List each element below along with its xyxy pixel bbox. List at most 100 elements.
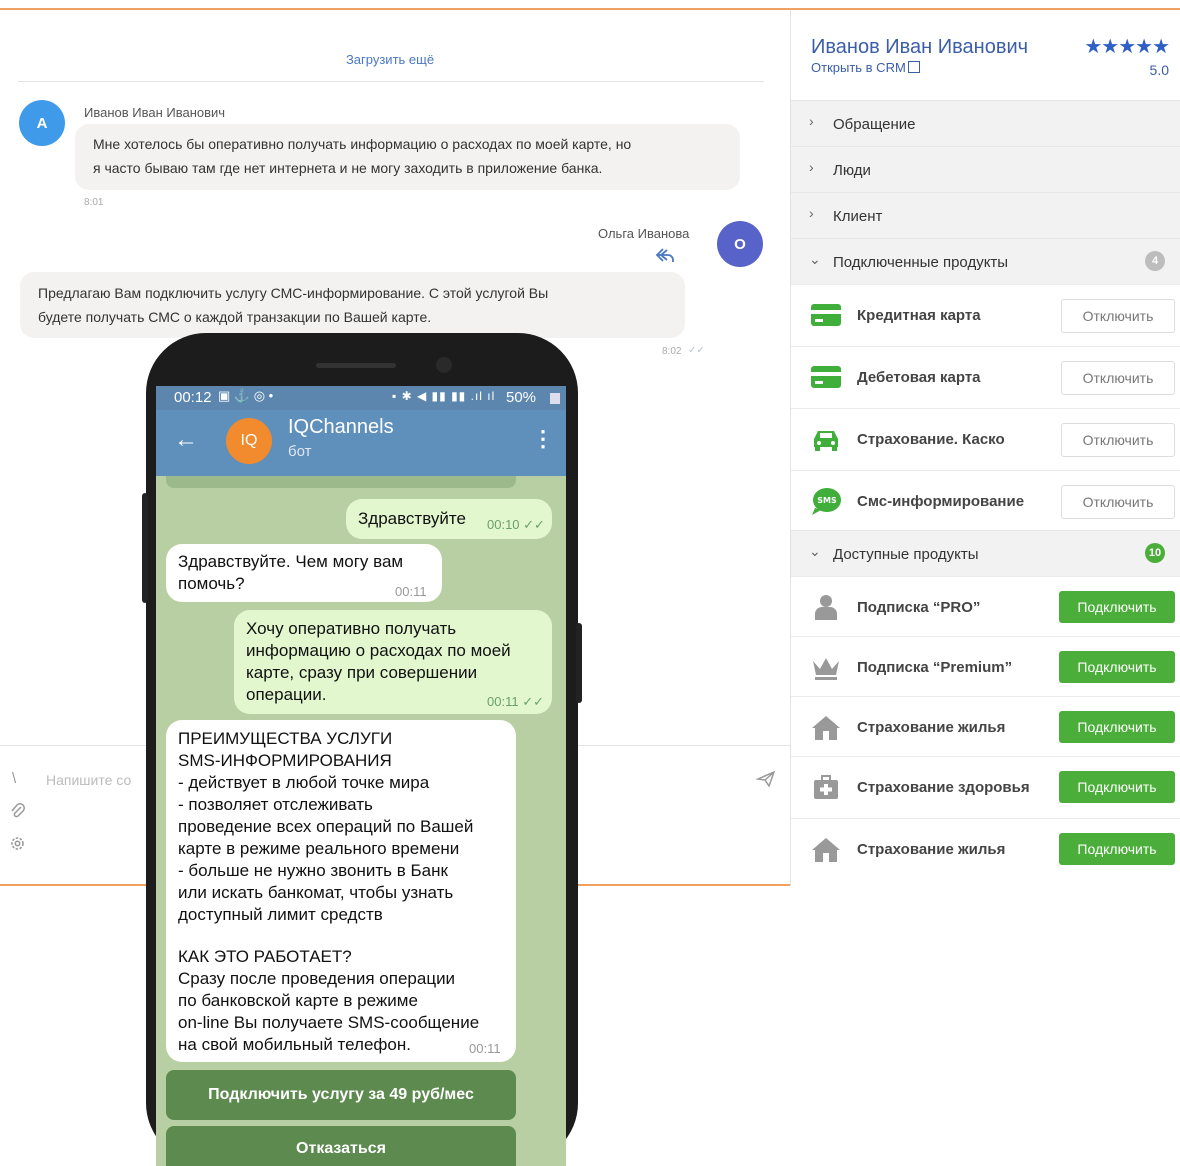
battery-level: 50%	[506, 389, 537, 406]
crown-icon	[809, 652, 843, 682]
load-more-link[interactable]: Загрузить ещё	[0, 52, 780, 67]
connected-product-row: SMS Смс-информирование Отключить	[791, 470, 1180, 532]
message-time: 00:10 ✓✓	[487, 517, 545, 532]
section-client-label: Клиент	[833, 208, 883, 225]
medical-kit-icon	[809, 772, 843, 802]
phone-volume-button	[142, 493, 148, 603]
divider	[18, 81, 764, 82]
connected-product-row: Кредитная карта Отключить	[791, 284, 1180, 346]
phone-status-bar: 00:12 ▣ ⚓ ◎ • ▪ ✱ ◀ ▮▮ ▮▮ .ıl ıl 50%	[156, 386, 566, 410]
disconnect-button[interactable]: Отключить	[1061, 361, 1175, 395]
car-icon	[809, 424, 843, 454]
rating-stars: ★★★★★	[1084, 36, 1170, 58]
message-input[interactable]: Напишите со	[46, 772, 131, 788]
product-label: Страхование жилья	[857, 719, 1006, 736]
product-label: Страхование здоровья	[857, 779, 1030, 796]
refuse-button[interactable]: Отказаться	[166, 1126, 516, 1166]
section-connected-label: Подключенные продукты	[833, 254, 1009, 271]
section-people[interactable]: › Люди	[791, 146, 1180, 192]
connect-button[interactable]: Подключить	[1059, 591, 1175, 623]
chevron-down-icon: ⌄	[809, 543, 821, 559]
connect-service-button[interactable]: Подключить услугу за 49 руб/мес	[166, 1070, 516, 1120]
available-product-row: Подписка “Premium” Подключить	[791, 636, 1180, 696]
reply-icon[interactable]	[654, 246, 676, 266]
section-request[interactable]: › Обращение	[791, 100, 1180, 146]
disconnect-button[interactable]: Отключить	[1061, 299, 1175, 333]
connected-count-badge: 4	[1145, 251, 1165, 271]
message-line: Сразу после проведения операции	[178, 969, 456, 988]
available-product-row: Страхование жилья Подключить	[791, 696, 1180, 756]
more-menu-icon[interactable]: ⋮	[532, 426, 554, 452]
connect-button[interactable]: Подключить	[1059, 651, 1175, 683]
operator-message: Предлагаю Вам подключить услугу СМС-инфо…	[20, 272, 685, 338]
sms-icon: SMS	[809, 486, 843, 516]
disconnect-button[interactable]: Отключить	[1061, 423, 1175, 457]
read-check-icon: ✓✓	[688, 345, 705, 356]
open-crm-label: Открыть в CRM	[811, 60, 906, 75]
chevron-down-icon: ⌄	[809, 251, 821, 267]
phone-camera	[436, 357, 452, 373]
message-line: КАК ЭТО РАБОТАЕТ?	[178, 947, 352, 966]
connected-product-row: Страхование. Каско Отключить	[791, 408, 1180, 470]
section-people-label: Люди	[833, 162, 871, 179]
available-count-badge: 10	[1145, 543, 1165, 563]
connect-button[interactable]: Подключить	[1059, 833, 1175, 865]
disconnect-button[interactable]: Отключить	[1061, 485, 1175, 519]
section-available-products[interactable]: ⌄ Доступные продукты 10	[791, 530, 1180, 576]
attach-icon[interactable]	[10, 802, 26, 824]
connect-button[interactable]: Подключить	[1059, 771, 1175, 803]
operator-avatar: О	[717, 221, 763, 267]
message-line: на свой мобильный телефон.	[178, 1035, 411, 1054]
message-text: Здравствуйте	[358, 509, 466, 528]
phone-mockup: 00:12 ▣ ⚓ ◎ • ▪ ✱ ◀ ▮▮ ▮▮ .ıl ıl 50% ← I…	[142, 333, 582, 1166]
time-text: 00:10	[487, 517, 520, 532]
open-crm-link[interactable]: Открыть в CRM	[811, 60, 920, 75]
message-time: 00:11 ✓✓	[487, 694, 544, 709]
phone-speaker	[316, 363, 396, 368]
credit-card-icon	[809, 300, 843, 330]
settings-gear-icon[interactable]	[9, 835, 26, 856]
message-line: on-line Вы получаете SMS-сообщение	[178, 1013, 480, 1032]
product-label: Подписка “Premium”	[857, 659, 1013, 676]
message-line-empty	[178, 926, 504, 946]
section-available-label: Доступные продукты	[833, 546, 979, 563]
operator-message-line2: будете получать СМС о каждой транзакции …	[38, 309, 432, 325]
backslash-icon[interactable]: \	[12, 770, 16, 787]
back-arrow-icon[interactable]: ←	[174, 426, 198, 454]
message-line: - позволяет отслеживать	[178, 795, 373, 814]
client-author: Иванов Иван Иванович	[84, 105, 226, 120]
section-client[interactable]: › Клиент	[791, 192, 1180, 238]
telegram-header: ← IQ IQChannels бот ⋮	[156, 410, 566, 476]
product-label: Кредитная карта	[857, 307, 981, 324]
connected-product-row: Дебетовая карта Отключить	[791, 346, 1180, 408]
operator-message-time: 8:02	[662, 346, 682, 357]
product-label: Смс-информирование	[857, 493, 1025, 510]
previous-button-edge	[166, 476, 516, 488]
status-icons: ▣ ⚓ ◎ •	[218, 388, 274, 403]
available-product-row: Страхование жилья Подключить	[791, 818, 1180, 878]
signal-icons: ▪ ✱ ◀ ▮▮ ▮▮ .ıl ıl	[392, 389, 496, 403]
message-line: - действует в любой точке мира	[178, 773, 430, 792]
send-icon[interactable]	[756, 770, 776, 788]
phone-screen: 00:12 ▣ ⚓ ◎ • ▪ ✱ ◀ ▮▮ ▮▮ .ıl ıl 50% ← I…	[156, 386, 566, 1166]
chevron-right-icon: ›	[809, 159, 814, 175]
battery-icon	[550, 393, 560, 404]
client-message: Мне хотелось бы оперативно получать инфо…	[75, 124, 740, 190]
chevron-right-icon: ›	[809, 205, 814, 221]
message-line: - больше не нужно звонить в Банк	[178, 861, 448, 880]
bot-subtitle: бот	[288, 443, 312, 460]
sms-icon-text: SMS	[817, 496, 837, 505]
available-product-row: Страхование здоровья Подключить	[791, 756, 1180, 818]
operator-message-line1: Предлагаю Вам подключить услугу СМС-инфо…	[38, 285, 549, 301]
product-label: Дебетовая карта	[857, 369, 981, 386]
connect-button[interactable]: Подключить	[1059, 711, 1175, 743]
phone-power-button	[576, 623, 582, 703]
section-connected-products[interactable]: ⌄ Подключенные продукты 4	[791, 238, 1180, 284]
external-link-icon	[907, 61, 920, 73]
user-icon	[809, 592, 843, 622]
message-line: карте в режиме реального времени	[178, 839, 460, 858]
client-panel: Иванов Иван Иванович Открыть в CRM ★★★★★…	[790, 10, 1180, 886]
product-label: Страхование жилья	[857, 841, 1006, 858]
bot-avatar: IQ	[226, 418, 272, 464]
bot-name: IQChannels	[288, 416, 394, 438]
